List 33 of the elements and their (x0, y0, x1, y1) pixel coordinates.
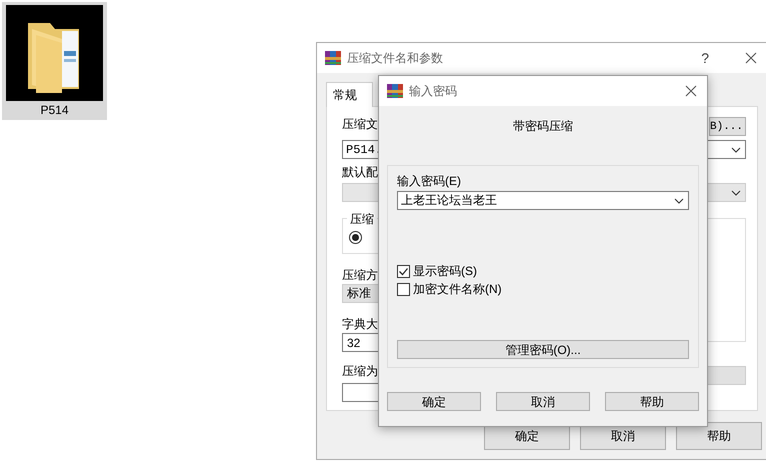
chevron-icon (674, 198, 684, 204)
books-icon (387, 83, 403, 99)
dialog-title: 输入密码 (409, 82, 458, 100)
password-field[interactable]: 上老王论坛当老王 (397, 191, 689, 210)
manage-passwords-button[interactable]: 管理密码(O)... (397, 340, 689, 359)
tab[interactable]: 常规 (326, 82, 373, 107)
dialog-button[interactable]: 帮助 (605, 392, 699, 411)
browse-button[interactable]: B)... (709, 117, 746, 136)
checkbox-label: 显示密码(S) (413, 262, 477, 280)
checkbox[interactable] (397, 264, 410, 278)
folder-desktop-icon[interactable]: P514 (2, 2, 107, 120)
chevron-icon (731, 190, 741, 196)
dialog-heading: 带密码压缩 (513, 118, 573, 135)
field-label: 字典大 (342, 317, 378, 332)
close-icon[interactable] (685, 85, 697, 97)
dialog-button[interactable]: 帮助 (676, 422, 762, 450)
chevron-icon (731, 146, 741, 152)
dialog-button[interactable]: 取消 (496, 392, 590, 411)
field-label: 默认配 (342, 165, 378, 180)
help-button[interactable]: ? (701, 50, 709, 66)
folder-icon (6, 5, 103, 101)
folder-label: P514 (40, 103, 69, 117)
close-icon[interactable] (745, 52, 757, 64)
window-title: 压缩文件名和参数 (347, 50, 444, 66)
field-label: 压缩方 (342, 268, 378, 283)
books-icon (325, 50, 341, 66)
field-label: 压缩为 (342, 364, 378, 379)
field-label: 压缩文 (342, 117, 378, 132)
dialog-button[interactable]: 确定 (387, 392, 481, 411)
radio-button[interactable] (349, 231, 362, 244)
checkbox[interactable] (397, 282, 410, 296)
checkbox-label: 加密文件名称(N) (413, 280, 502, 298)
field-label: 输入密码(E) (397, 174, 461, 189)
